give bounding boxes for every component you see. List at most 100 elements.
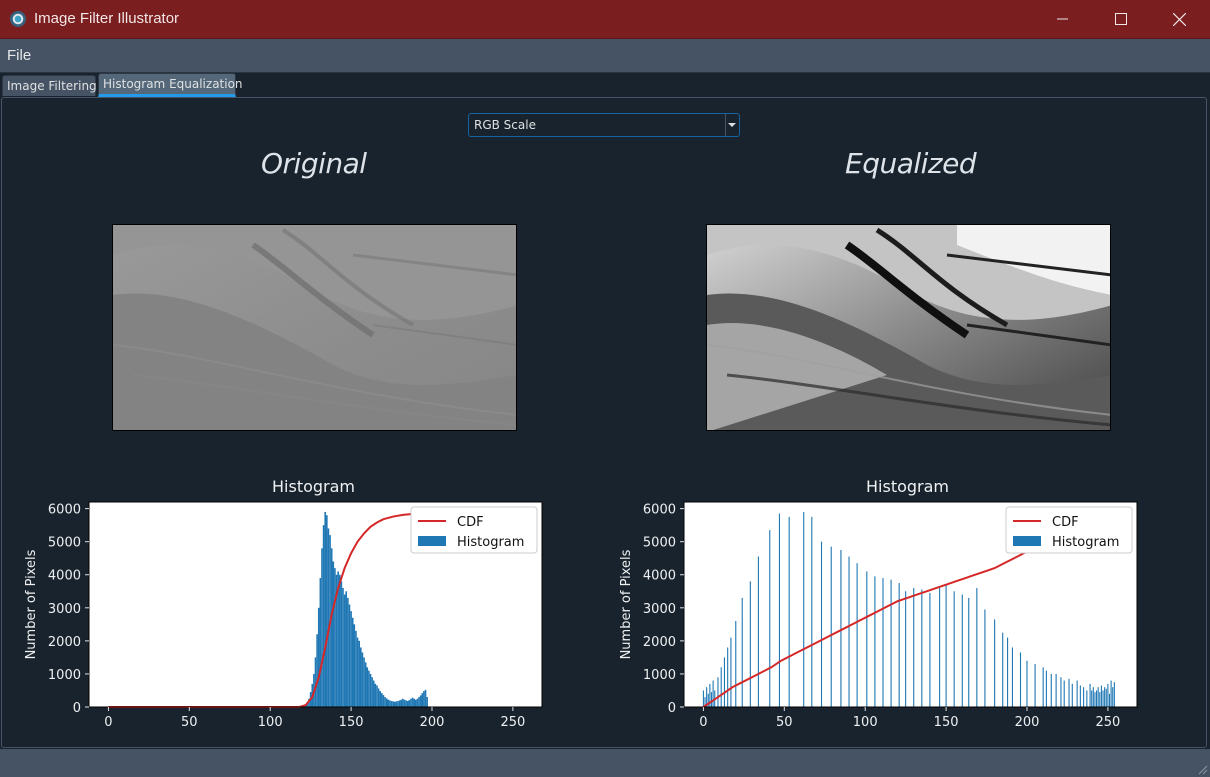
- histogram-bar: [395, 701, 398, 707]
- histogram-bar: [400, 699, 403, 707]
- histogram-bar: [411, 697, 414, 707]
- histogram-bar: [326, 515, 328, 707]
- histogram-bar: [1113, 682, 1115, 707]
- y-tick-label: 6000: [48, 503, 81, 518]
- histogram-bar: [730, 637, 732, 707]
- histogram-bar: [348, 604, 351, 707]
- histogram-bar: [1100, 685, 1102, 707]
- histogram-bar: [939, 587, 941, 707]
- y-tick-label: 4000: [643, 569, 676, 584]
- histogram-bar: [1091, 690, 1093, 707]
- histogram-bar: [1063, 680, 1065, 707]
- close-button[interactable]: [1150, 0, 1208, 38]
- histogram-bar: [1068, 678, 1070, 707]
- status-bar: [0, 749, 1210, 777]
- histogram-bar: [1086, 690, 1088, 707]
- y-tick-label: 2000: [643, 635, 676, 650]
- histogram-bar: [1099, 692, 1101, 707]
- histogram-bar: [332, 561, 335, 707]
- histogram-bar: [355, 630, 357, 707]
- x-tick-label: 150: [934, 715, 959, 730]
- chevron-down-icon: [728, 123, 736, 127]
- histogram-bar: [324, 511, 327, 707]
- histogram-bar: [410, 698, 412, 707]
- histogram-bar: [1055, 673, 1057, 707]
- histogram-bar: [1110, 680, 1112, 707]
- histogram-bar: [848, 556, 850, 707]
- histogram-bar: [811, 516, 813, 707]
- histogram-bar: [379, 691, 382, 707]
- histogram-bar: [968, 597, 970, 707]
- tab-image-filtering[interactable]: Image Filtering: [2, 75, 97, 96]
- histogram-bar: [408, 700, 411, 707]
- legend-cdf-label: CDF: [457, 515, 484, 530]
- histogram-bar: [830, 546, 832, 707]
- histogram-bar: [330, 548, 333, 707]
- histogram-bar: [757, 556, 759, 707]
- histogram-bar: [953, 591, 955, 707]
- histogram-bar: [392, 701, 394, 707]
- histogram-bar: [1079, 685, 1081, 707]
- histogram-bar: [890, 579, 892, 707]
- x-tick-label: 50: [776, 715, 793, 730]
- histogram-bar: [1089, 683, 1091, 707]
- original-histogram-title: Histogram: [272, 477, 355, 496]
- histogram-bar: [334, 568, 336, 707]
- histogram-bar: [717, 677, 719, 707]
- histogram-bar: [358, 640, 360, 707]
- histogram-bar: [749, 581, 751, 707]
- histogram-bar: [929, 592, 931, 707]
- histogram-bar: [769, 530, 771, 707]
- histogram-bar: [720, 667, 722, 707]
- histogram-bar: [351, 617, 354, 707]
- histogram-bar: [961, 594, 963, 707]
- histogram-bar: [1112, 687, 1114, 707]
- maximize-icon: [1115, 13, 1127, 25]
- histogram-bar: [741, 597, 743, 707]
- histogram-bar: [913, 587, 915, 707]
- histogram-bar: [1083, 687, 1085, 707]
- histogram-bar: [319, 578, 322, 707]
- histogram-bar: [1092, 687, 1094, 707]
- y-tick-label: 3000: [643, 602, 676, 617]
- resize-grip-icon[interactable]: [1196, 763, 1208, 775]
- histogram-bar: [415, 699, 417, 707]
- histogram-bar: [1094, 692, 1096, 707]
- histogram-bar: [712, 680, 714, 707]
- minimize-button[interactable]: [1034, 0, 1092, 38]
- histogram-bar: [856, 563, 858, 707]
- histogram-bar: [376, 685, 378, 707]
- y-tick-label: 2000: [48, 635, 81, 650]
- histogram-bar: [1107, 683, 1109, 707]
- equalized-histogram-title: Histogram: [866, 477, 949, 496]
- y-tick-label: 5000: [48, 536, 81, 551]
- y-tick-label: 1000: [643, 668, 676, 683]
- histogram-bar: [1108, 693, 1111, 707]
- histogram-bar: [389, 700, 391, 707]
- histogram-bar: [316, 634, 318, 707]
- x-tick-label: 50: [181, 715, 198, 730]
- histogram-bar: [1076, 680, 1078, 707]
- close-icon: [1172, 12, 1186, 26]
- histogram-bar: [390, 701, 393, 707]
- histogram-bar: [393, 701, 396, 707]
- x-tick-label: 250: [500, 715, 525, 730]
- tab-bar: Image Filtering Histogram Equalization: [0, 73, 1210, 98]
- histogram-bar: [905, 591, 907, 707]
- scale-select[interactable]: RGB Scale: [468, 113, 740, 137]
- histogram-bar: [342, 587, 344, 707]
- histogram-bar: [994, 619, 996, 707]
- dropdown-button[interactable]: [725, 114, 739, 136]
- histogram-bar: [340, 581, 343, 707]
- histogram-bar: [421, 693, 424, 707]
- x-tick-label: 100: [258, 715, 283, 730]
- histogram-bar: [945, 584, 947, 707]
- maximize-button[interactable]: [1092, 0, 1150, 38]
- histogram-bar: [423, 691, 425, 707]
- histogram-bar: [1060, 677, 1062, 707]
- menu-file[interactable]: File: [7, 47, 31, 64]
- histogram-bar: [387, 699, 390, 707]
- tab-histogram-equalization[interactable]: Histogram Equalization: [98, 73, 243, 97]
- histogram-bar: [976, 587, 978, 707]
- histogram-bar: [1045, 670, 1047, 707]
